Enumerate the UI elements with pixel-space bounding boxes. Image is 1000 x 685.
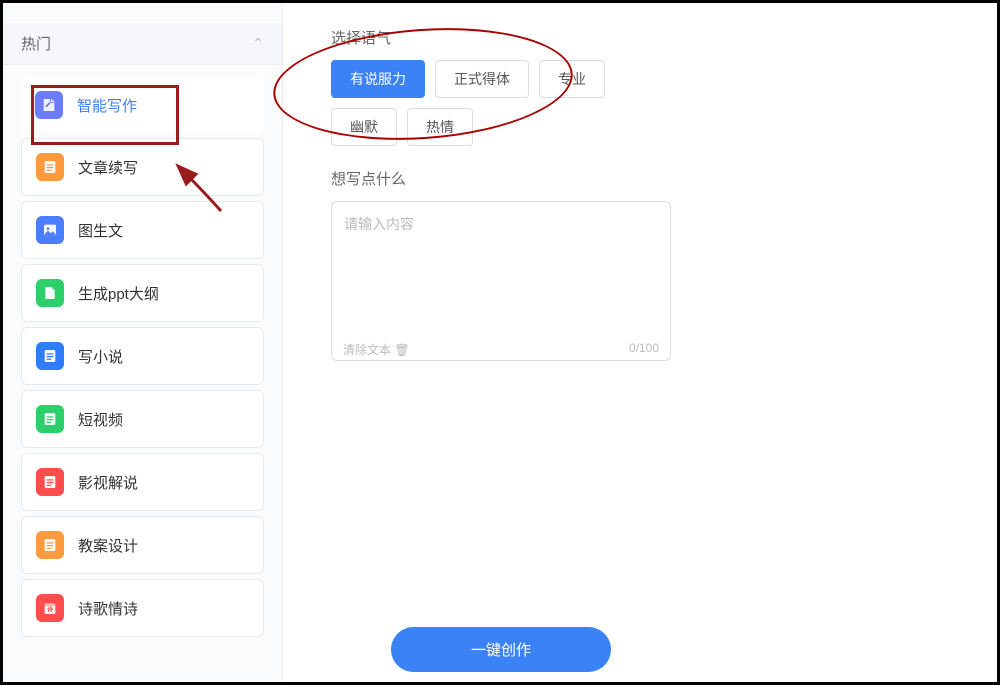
sidebar-item-1[interactable]: 文章续写 (21, 138, 264, 196)
doc-lines-icon (36, 468, 64, 496)
sidebar-item-label: 教案设计 (78, 535, 138, 556)
tone-options: 有说服力正式得体专业幽默热情 (331, 60, 651, 146)
doc-lines-icon (36, 342, 64, 370)
sidebar-item-label: 生成ppt大纲 (78, 283, 159, 304)
sidebar-section-header[interactable]: 热门 ⌃ (3, 23, 282, 65)
tone-option-0[interactable]: 有说服力 (331, 60, 425, 98)
sidebar: 热门 ⌃ 智能写作文章续写图生文生成ppt大纲写小说短视频影视解说教案设计诗诗歌… (3, 3, 283, 682)
main-panel: 选择语气 有说服力正式得体专业幽默热情 想写点什么 清除文本 🗑 0/100 一… (283, 3, 997, 682)
tone-section-label: 选择语气 (331, 27, 897, 48)
tone-option-3[interactable]: 幽默 (331, 108, 397, 146)
doc-lines-icon (36, 405, 64, 433)
sidebar-item-5[interactable]: 短视频 (21, 390, 264, 448)
sidebar-item-3[interactable]: 生成ppt大纲 (21, 264, 264, 322)
doc-edit-icon (35, 91, 63, 119)
clear-text-button[interactable]: 清除文本 🗑 (343, 341, 410, 358)
tone-option-2[interactable]: 专业 (539, 60, 605, 98)
sidebar-section-title: 热门 (21, 33, 51, 54)
sidebar-item-label: 图生文 (78, 220, 123, 241)
sidebar-item-8[interactable]: 诗诗歌情诗 (21, 579, 264, 637)
sidebar-item-label: 短视频 (78, 409, 123, 430)
image-doc-icon (36, 216, 64, 244)
sidebar-item-label: 写小说 (78, 346, 123, 367)
tone-option-1[interactable]: 正式得体 (435, 60, 529, 98)
sidebar-item-label: 诗歌情诗 (78, 598, 138, 619)
sidebar-item-label: 文章续写 (78, 157, 138, 178)
tone-option-4[interactable]: 热情 (407, 108, 473, 146)
sidebar-item-0[interactable]: 智能写作 (21, 77, 264, 133)
sidebar-item-6[interactable]: 影视解说 (21, 453, 264, 511)
chevron-up-icon: ⌃ (252, 35, 264, 52)
doc-lines-icon (36, 153, 64, 181)
sidebar-item-7[interactable]: 教案设计 (21, 516, 264, 574)
sidebar-item-label: 智能写作 (77, 95, 137, 116)
doc-fold-icon (36, 279, 64, 307)
prompt-textarea[interactable] (331, 201, 671, 361)
sidebar-item-label: 影视解说 (78, 472, 138, 493)
calendar-icon: 诗 (36, 594, 64, 622)
doc-lines-icon (36, 531, 64, 559)
sidebar-item-2[interactable]: 图生文 (21, 201, 264, 259)
char-count: 0/100 (629, 341, 659, 358)
sidebar-item-4[interactable]: 写小说 (21, 327, 264, 385)
prompt-section-label: 想写点什么 (331, 168, 897, 189)
submit-button[interactable]: 一键创作 (391, 627, 611, 672)
